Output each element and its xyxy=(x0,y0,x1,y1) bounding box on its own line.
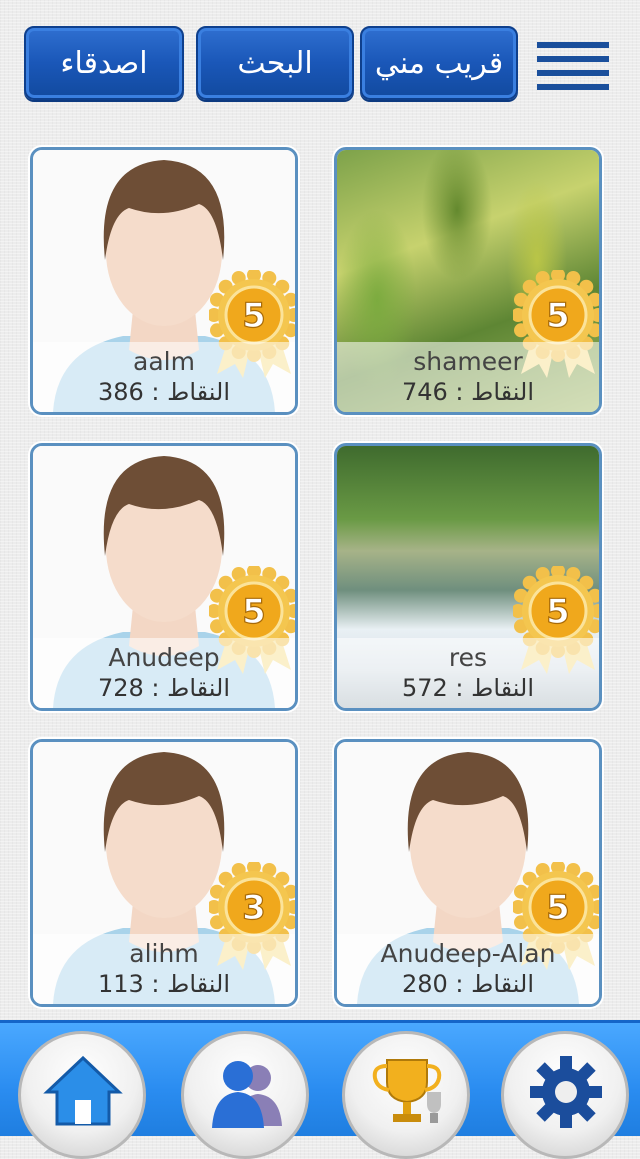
friends-icon xyxy=(212,1061,282,1128)
trophy-icon xyxy=(372,1059,442,1123)
points-label: النقاط : 746 xyxy=(401,378,535,406)
search-button[interactable]: البحث xyxy=(196,26,354,100)
username: aalm xyxy=(133,347,195,376)
user-card[interactable]: 5 Anudeep النقاط : 728 xyxy=(30,443,298,711)
user-card[interactable]: 3 alihm النقاط : 113 xyxy=(30,739,298,1007)
badge-number: 3 xyxy=(242,888,266,928)
user-card[interactable]: 5 shameer النقاط : 746 xyxy=(334,147,602,415)
user-card[interactable]: 5 Anudeep-Alan النقاط : 280 xyxy=(334,739,602,1007)
badge-number: 5 xyxy=(546,592,570,632)
friends-nav-button[interactable] xyxy=(181,1031,309,1159)
username: res xyxy=(448,643,488,672)
points-label: النقاط : 572 xyxy=(401,674,535,702)
menu-icon[interactable] xyxy=(537,42,609,90)
badge-number: 5 xyxy=(242,296,266,336)
home-icon xyxy=(43,1055,123,1126)
settings-nav-button[interactable] xyxy=(501,1031,629,1159)
username: shameer xyxy=(413,347,523,376)
near-me-button[interactable]: قريب مني xyxy=(360,26,518,100)
badge-number: 5 xyxy=(242,592,266,632)
points-label: النقاط : 386 xyxy=(97,378,231,406)
badge-number: 5 xyxy=(546,888,570,928)
top-bar: اصدقاء البحث قريب مني xyxy=(0,0,640,120)
badge-number: 5 xyxy=(546,296,570,336)
username: alihm xyxy=(129,939,199,968)
home-button[interactable] xyxy=(18,1031,146,1159)
bottom-nav-bar xyxy=(0,1020,640,1159)
points-label: النقاط : 280 xyxy=(401,970,535,998)
username: Anudeep-Alan xyxy=(380,939,556,968)
username: Anudeep xyxy=(108,643,220,672)
points-label: النقاط : 113 xyxy=(97,970,231,998)
user-card[interactable]: 5 aalm النقاط : 386 xyxy=(30,147,298,415)
friends-button[interactable]: اصدقاء xyxy=(24,26,184,100)
settings-icon xyxy=(530,1056,602,1128)
user-card[interactable]: 5 res النقاط : 572 xyxy=(334,443,602,711)
trophy-nav-button[interactable] xyxy=(342,1031,470,1159)
points-label: النقاط : 728 xyxy=(97,674,231,702)
